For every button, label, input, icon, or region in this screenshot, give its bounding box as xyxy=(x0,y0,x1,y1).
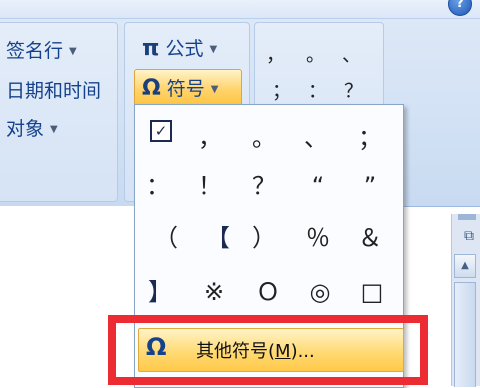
checkbox-symbol[interactable]: ✓ xyxy=(150,120,172,142)
chevron-down-icon: ▼ xyxy=(209,44,218,55)
symbol-label: 符号 xyxy=(166,78,205,100)
symbol-cell[interactable]: □ xyxy=(352,272,392,312)
symbol-cell[interactable]: （ xyxy=(146,218,186,258)
symbol-cell[interactable]: ％ xyxy=(298,218,338,258)
symbol-cell[interactable]: ＆ xyxy=(350,218,390,258)
symbol-cell[interactable]: ： xyxy=(138,166,178,206)
symbol-button[interactable]: Ω 符号 ▼ xyxy=(142,74,218,101)
symbol-cell[interactable]: ◎ xyxy=(300,272,340,312)
symbol-cell[interactable]: ！ xyxy=(190,166,230,206)
symbol-cell[interactable]: ； xyxy=(350,118,390,158)
scroll-up-button[interactable]: ▲ xyxy=(454,254,476,278)
quick-symbol[interactable]: ； xyxy=(272,76,291,103)
symbol-cell[interactable]: 、 xyxy=(296,118,336,158)
symbol-cell[interactable]: ） xyxy=(244,218,284,258)
equation-button[interactable]: π 公式 ▼ xyxy=(142,34,217,61)
symbol-cell[interactable]: Ｏ xyxy=(248,272,288,312)
ribbon-tab-strip xyxy=(0,0,480,19)
quick-symbol[interactable]: 、 xyxy=(342,40,361,67)
ruler-toggle-icon[interactable]: ⧉ xyxy=(464,228,474,244)
signature-line-label: 签名行 xyxy=(6,40,64,62)
quick-symbol[interactable]: 。 xyxy=(306,40,325,67)
symbol-cell[interactable]: “ xyxy=(298,166,338,206)
symbol-cell[interactable]: ， xyxy=(190,118,230,158)
scroll-thumb[interactable] xyxy=(454,282,476,387)
pi-icon: π xyxy=(142,36,160,61)
symbol-cell[interactable]: ” xyxy=(350,166,390,206)
signature-line-button[interactable]: 签名行 ▼ xyxy=(6,36,77,63)
quick-symbol[interactable]: ： xyxy=(308,76,327,103)
symbol-cell[interactable]: ？ xyxy=(244,166,284,206)
quick-symbol[interactable]: ？ xyxy=(344,76,363,103)
object-label: 对象 xyxy=(6,118,45,140)
split-handle[interactable] xyxy=(458,214,476,220)
symbol-cell[interactable]: 。 xyxy=(244,118,284,158)
chevron-down-icon: ▼ xyxy=(69,46,77,57)
chevron-down-icon: ▼ xyxy=(210,84,219,95)
quick-symbol[interactable]: ， xyxy=(266,40,285,67)
date-time-label: 日期和时间 xyxy=(6,80,102,102)
omega-icon: Ω xyxy=(142,76,161,101)
symbol-cell[interactable]: 】 xyxy=(140,272,180,312)
symbol-cell[interactable]: ※ xyxy=(194,272,234,312)
date-time-button[interactable]: 日期和时间 xyxy=(6,76,101,103)
annotation-highlight-box xyxy=(108,315,428,385)
equation-label: 公式 xyxy=(165,38,204,60)
object-button[interactable]: 对象 ▼ xyxy=(6,114,58,141)
chevron-down-icon: ▼ xyxy=(50,124,58,135)
symbol-cell[interactable]: 【 xyxy=(198,218,238,258)
